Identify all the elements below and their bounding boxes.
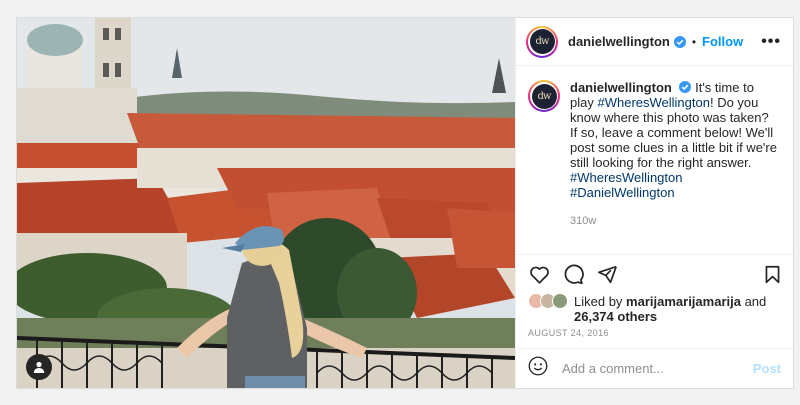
likes-text: Liked by marijamarijamarija and 26,374 ot… [574, 294, 766, 324]
caption-avatar[interactable]: dw [528, 80, 560, 112]
comment-box: Post [516, 348, 793, 388]
follow-button[interactable]: Follow [702, 34, 743, 49]
post-header: dw danielwellington • Follow ••• [516, 18, 793, 66]
action-bar [516, 254, 793, 294]
caption: dw danielwellington It's time to play #W… [528, 80, 779, 200]
post-date[interactable]: AUGUST 24, 2016 [516, 328, 793, 348]
avatar-logo: dw [529, 29, 555, 54]
caption-text: danielwellington It's time to play #Wher… [570, 80, 779, 200]
likes-summary: Liked by marijamarijamarija and 26,374 ot… [516, 293, 793, 328]
caption-username[interactable]: danielwellington [570, 80, 672, 95]
avatar[interactable]: dw [526, 25, 558, 58]
more-options-icon[interactable]: ••• [761, 33, 781, 51]
share-icon[interactable] [596, 264, 618, 286]
emoji-icon[interactable] [528, 356, 548, 381]
post-sidebar: dw danielwellington • Follow ••• dw dani… [515, 18, 793, 388]
likes-others[interactable]: 26,374 others [574, 309, 657, 324]
caption-hashtag-2[interactable]: #WheresWellington [570, 170, 682, 185]
comment-input[interactable] [562, 361, 753, 376]
verified-icon [673, 35, 686, 48]
caption-age: 310w [570, 215, 597, 227]
comments-section: dw danielwellington It's time to play #W… [516, 66, 793, 254]
post-card: dw danielwellington • Follow ••• dw dani… [16, 17, 794, 389]
header-separator: • [691, 34, 697, 49]
photo-scene [17, 18, 515, 388]
liker-avatar [552, 293, 568, 309]
caption-hashtag-3[interactable]: #DanielWellington [570, 185, 675, 200]
post-photo[interactable] [17, 18, 515, 388]
caption-hashtag-1[interactable]: #WheresWellington [597, 95, 709, 110]
caption-verified-icon [679, 81, 692, 93]
comment-icon[interactable] [562, 264, 584, 286]
bookmark-icon[interactable] [761, 264, 783, 286]
user-tag-icon[interactable] [26, 354, 52, 380]
liker-avatars[interactable] [528, 293, 568, 309]
header-username[interactable]: danielwellington [568, 34, 670, 49]
post-comment-button[interactable]: Post [753, 361, 781, 376]
likes-prefix: Liked by [574, 294, 623, 309]
likes-and: and [744, 294, 767, 309]
likes-user[interactable]: marijamarijamarija [626, 294, 741, 309]
caption-avatar-logo: dw [531, 83, 557, 109]
heart-icon[interactable] [528, 264, 550, 286]
